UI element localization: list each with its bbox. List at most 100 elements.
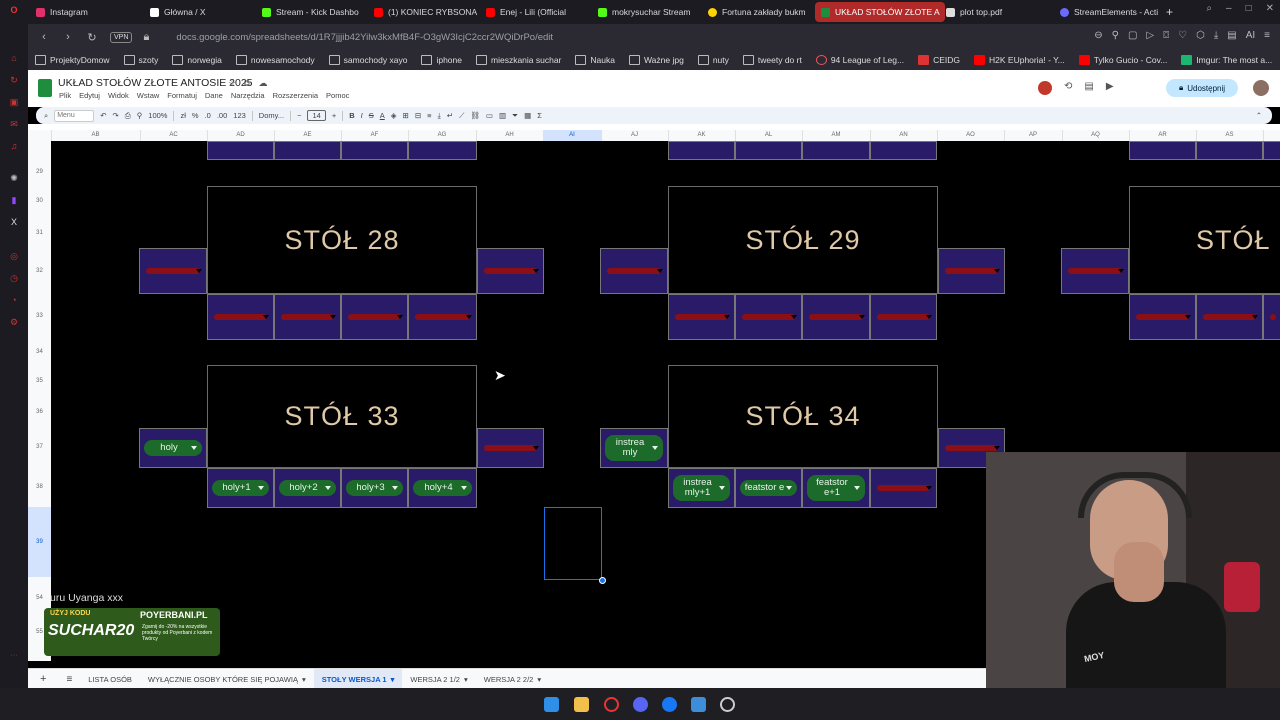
fill-color-icon[interactable]: ◈ [391, 111, 397, 120]
browser-tab[interactable]: Fortuna zakłady bukm [708, 2, 812, 22]
browser-tab[interactable]: mokrysuchar Stream [598, 2, 702, 22]
pin-icon[interactable]: ⚲ [1112, 30, 1119, 41]
column-header[interactable]: AQ [1062, 130, 1130, 141]
menu-view[interactable]: Widok [108, 91, 129, 100]
cloud-icon[interactable]: ☁ [259, 78, 268, 89]
link-icon[interactable]: ⛓ [470, 111, 480, 120]
star-icon[interactable]: ☆ [228, 78, 236, 89]
seat-cell[interactable]: holy [139, 428, 207, 468]
row-header[interactable]: 36 [28, 409, 51, 415]
seat-cell[interactable] [668, 294, 735, 340]
messages-icon[interactable]: ✉ [8, 118, 20, 130]
print-icon[interactable]: ⎙ [125, 111, 131, 121]
seat-cell[interactable] [938, 248, 1005, 294]
decimal-increase-icon[interactable]: .00 [217, 111, 227, 120]
browser-tab[interactable]: Instagram [36, 2, 140, 22]
bookmark-item[interactable]: tweety do rt [736, 55, 809, 65]
currency-icon[interactable]: zł [180, 111, 185, 120]
comment-icon[interactable]: ▭ [486, 111, 493, 120]
seat-cell[interactable] [1129, 294, 1196, 340]
seat-cell[interactable]: featstor e+1 [802, 468, 870, 508]
column-header[interactable]: AS [1196, 130, 1264, 141]
more-icon[interactable]: ··· [8, 650, 20, 662]
guest-chip[interactable]: featstor e [740, 480, 797, 496]
bookmark-item[interactable]: Imgur: The most a... [1174, 55, 1279, 65]
number-format-button[interactable]: 123 [233, 111, 246, 120]
music-icon[interactable]: ♫ [8, 140, 20, 152]
guest-chip[interactable]: featstor e+1 [807, 475, 865, 501]
wallet-icon[interactable]: ▣ [8, 96, 20, 108]
comments-icon[interactable]: ▤ [1084, 81, 1093, 95]
bookmark-item[interactable]: Tylko Gucio - Cov... [1072, 55, 1175, 65]
column-header[interactable]: AL [735, 130, 803, 141]
table-30-partial[interactable]: STÓŁ [1129, 186, 1280, 294]
seat-cell[interactable] [207, 294, 274, 340]
seat-cell[interactable] [1196, 141, 1263, 160]
seat-cell[interactable] [668, 141, 735, 160]
add-sheet-icon[interactable]: + [28, 673, 58, 685]
bookmark-item[interactable]: samochody xayo [322, 55, 415, 65]
browser-tab[interactable]: StreamElements - Acti [1060, 2, 1164, 22]
refresh-icon[interactable]: ↻ [8, 74, 20, 86]
column-header[interactable]: AG [408, 130, 477, 141]
filter-icon[interactable]: ⏷ [512, 111, 518, 121]
seat-cell[interactable] [207, 141, 274, 160]
seat-cell[interactable] [274, 141, 341, 160]
guest-chip[interactable]: holy+4 [413, 480, 472, 496]
seat-cell[interactable]: holy+3 [341, 468, 408, 508]
row-header[interactable]: 54 [28, 595, 51, 601]
menu-file[interactable]: Plik [59, 91, 71, 100]
extensions-icon[interactable]: ⚙ [8, 316, 20, 328]
bookmark-item[interactable]: nowesamochody [229, 55, 322, 65]
start-icon[interactable] [544, 697, 559, 712]
row-header[interactable]: 30 [28, 198, 51, 204]
row-header[interactable]: 32 [28, 268, 51, 274]
sheet-tab[interactable]: WERSJA 2 2/2 ▾ [476, 675, 549, 684]
pin-icon[interactable]: ◔ [8, 294, 20, 306]
merge-icon[interactable]: ⊟ [415, 111, 421, 120]
column-header[interactable]: AC [140, 130, 208, 141]
browser-tab[interactable]: Enej - Lili (Official [486, 2, 590, 22]
bookmark-item[interactable]: Ważne jpg [622, 55, 691, 65]
bookmark-item[interactable]: iphone [414, 55, 469, 65]
seat-cell[interactable]: holy+1 [207, 468, 274, 508]
seat-cell[interactable] [1263, 294, 1280, 340]
sheets-logo-icon[interactable] [38, 79, 52, 97]
fill-handle[interactable] [599, 577, 606, 584]
seat-cell[interactable] [341, 294, 408, 340]
rotate-icon[interactable]: ⟋ [459, 111, 464, 121]
menu-tools[interactable]: Narzędzia [231, 91, 265, 100]
browser-tab-active[interactable]: UKŁAD STOŁÓW ZŁOTE A [815, 2, 945, 22]
heart-icon[interactable]: ♡ [1178, 30, 1187, 41]
notepad-icon[interactable] [691, 697, 706, 712]
bookmark-item[interactable]: ProjektyDomow [28, 55, 117, 65]
valign-icon[interactable]: ⤓ [438, 111, 441, 121]
bookmark-item[interactable]: Nauka [568, 55, 622, 65]
guest-chip[interactable]: instrea mly+1 [673, 475, 730, 501]
screenshot-icon[interactable]: ▢ [1128, 30, 1137, 41]
paint-format-icon[interactable]: ⚲ [137, 111, 143, 120]
reload-icon[interactable]: ↻ [84, 31, 100, 44]
history-icon[interactable]: ◷ [8, 272, 20, 284]
x-icon[interactable]: X [8, 216, 20, 228]
seat-cell[interactable] [870, 294, 937, 340]
sheet-tab-active[interactable]: STOŁY WERSJA 1 ▾ [313, 669, 403, 689]
align-icon[interactable]: ≡ [427, 111, 431, 120]
functions-icon[interactable]: Σ [537, 111, 542, 120]
sheet-tab[interactable]: WYŁĄCZNIE OSOBY KTÓRE SIĘ POJAWIĄ ▾ [140, 675, 314, 684]
percent-icon[interactable]: % [192, 111, 199, 120]
bookmark-item[interactable]: nuty [691, 55, 736, 65]
column-header[interactable]: AK [668, 130, 736, 141]
download-icon[interactable]: ⤓ [1214, 30, 1218, 41]
seat-cell[interactable]: instrea mly [600, 428, 668, 468]
seat-cell[interactable]: featstor e [735, 468, 802, 508]
wallet-icon[interactable]: ▤ [1227, 30, 1236, 41]
ai-button[interactable]: AI [1246, 30, 1255, 41]
browser-tab[interactable]: plot top.pdf [946, 2, 1050, 22]
guest-chip[interactable]: holy [144, 440, 202, 456]
text-color-icon[interactable]: A [380, 111, 385, 120]
row-header[interactable]: 37 [28, 444, 51, 450]
column-header[interactable]: AF [341, 130, 409, 141]
browser-tab[interactable]: (1) KONIEC RYBSONA [374, 2, 478, 22]
twitch-icon[interactable]: ▮ [8, 194, 20, 206]
